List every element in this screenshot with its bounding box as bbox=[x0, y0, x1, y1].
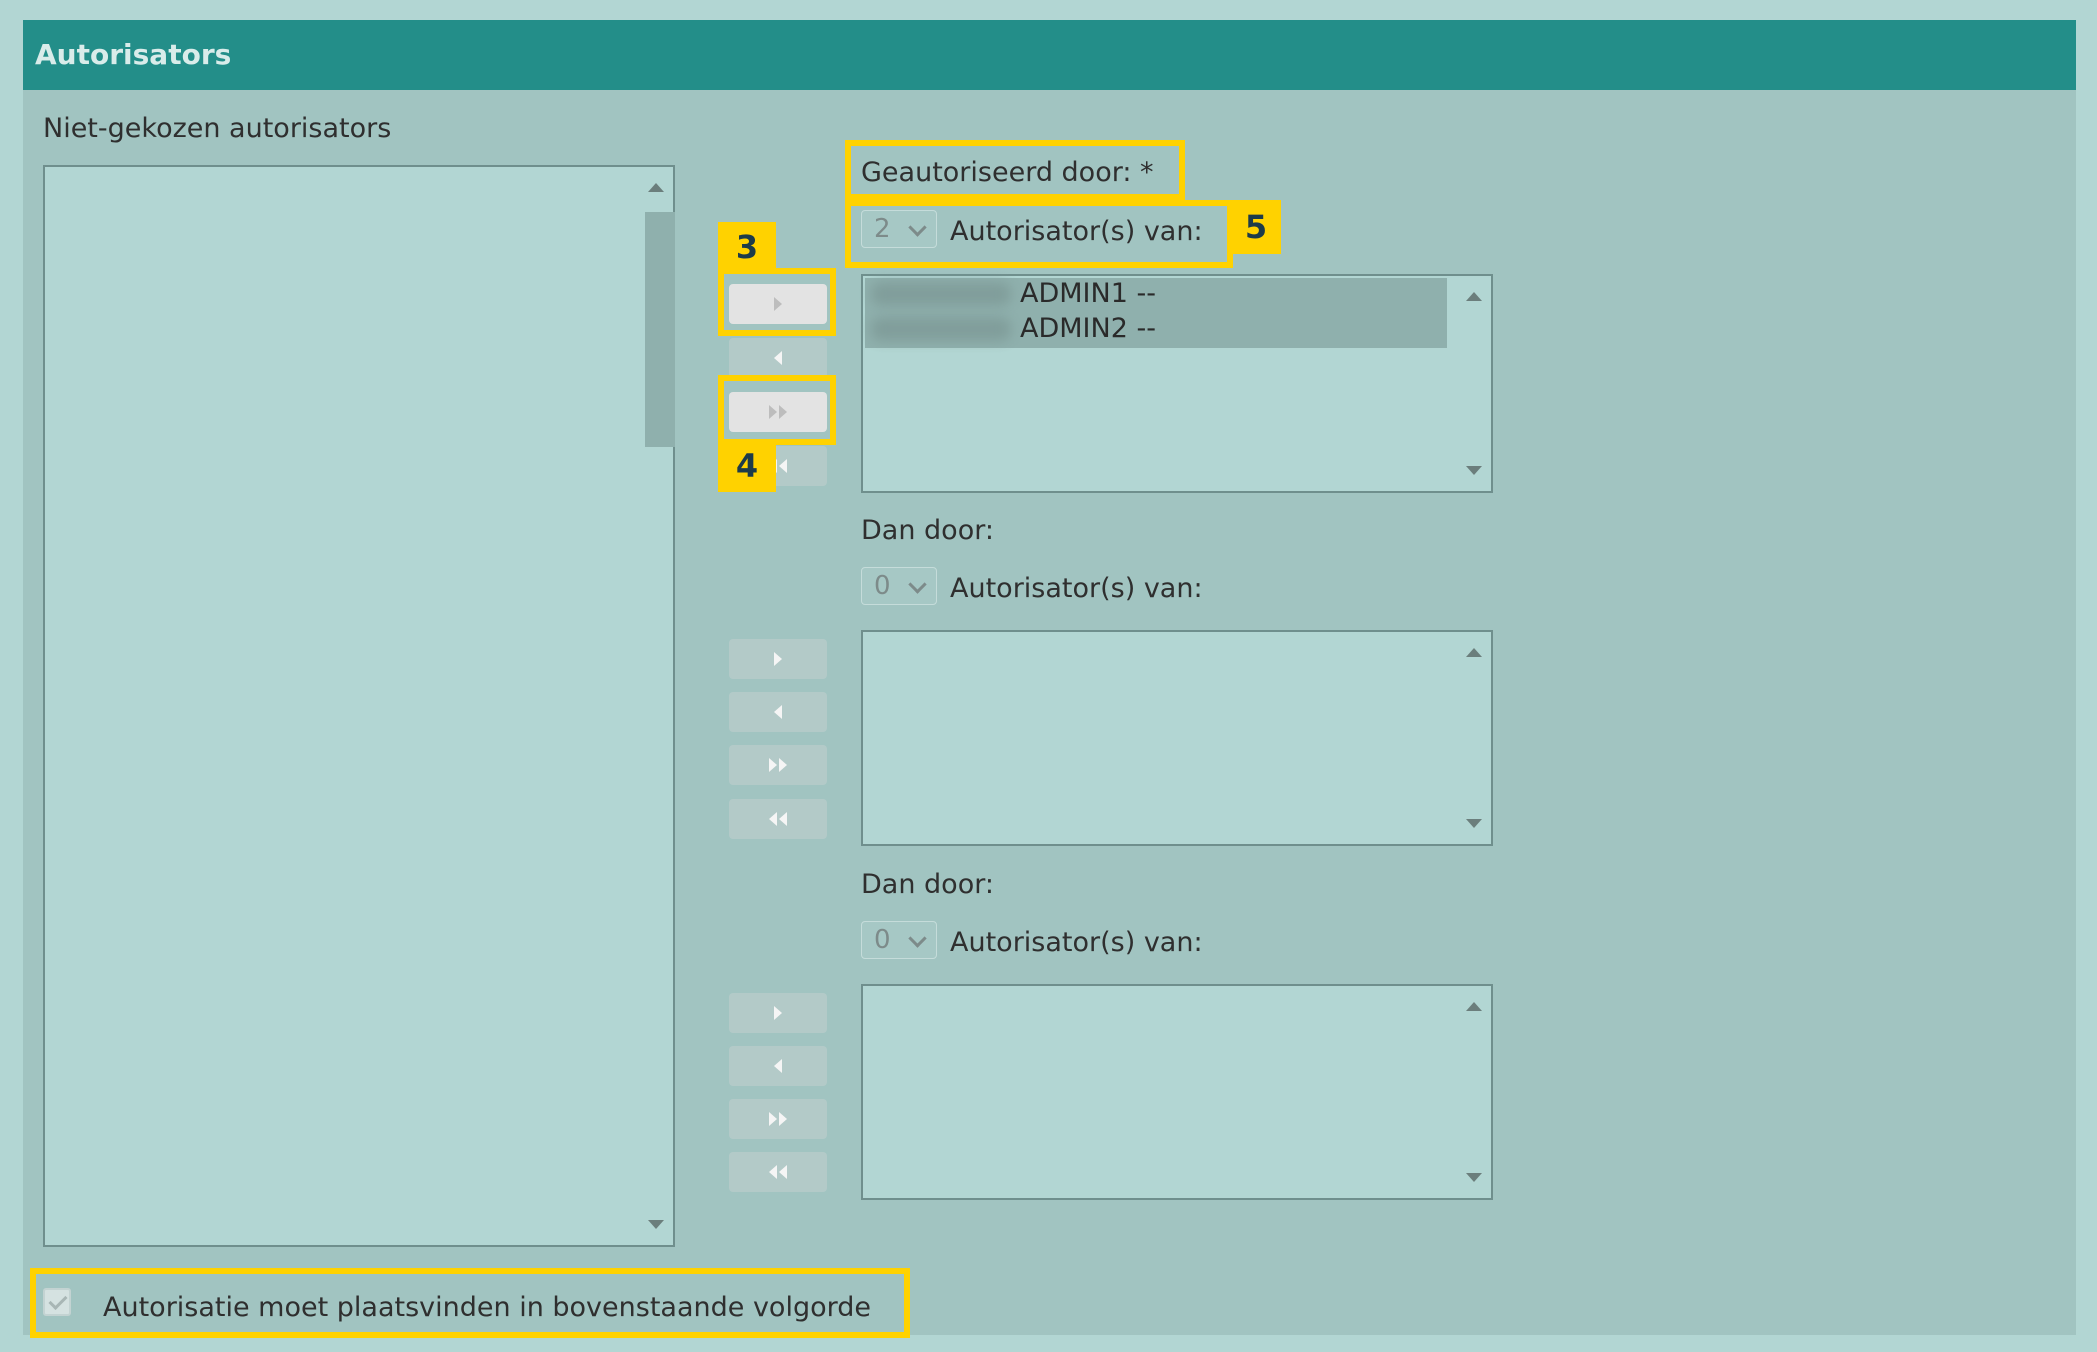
annotation-badge-4: 4 bbox=[718, 440, 776, 492]
move-all-left-button[interactable] bbox=[729, 1152, 827, 1192]
group3-count-select[interactable]: 0 bbox=[861, 921, 937, 959]
chevron-down-icon bbox=[908, 929, 927, 948]
scroll-up-icon[interactable] bbox=[1466, 292, 1482, 301]
scroll-up-icon[interactable] bbox=[1466, 1002, 1482, 1011]
group3-title: Dan door: bbox=[861, 869, 994, 900]
scroll-down-icon[interactable] bbox=[648, 1220, 664, 1229]
double-arrow-right-icon bbox=[769, 1112, 777, 1126]
scroll-down-icon[interactable] bbox=[1466, 1173, 1482, 1182]
scrollbar[interactable] bbox=[1457, 986, 1491, 1198]
move-all-left-button[interactable] bbox=[729, 799, 827, 839]
highlight-group1-title bbox=[845, 140, 1185, 200]
scroll-down-icon[interactable] bbox=[1466, 819, 1482, 828]
highlight-checkbox-row bbox=[30, 1268, 910, 1338]
group3-count-value: 0 bbox=[874, 925, 891, 955]
group2-title: Dan door: bbox=[861, 515, 994, 546]
double-arrow-right-icon bbox=[769, 758, 777, 772]
redacted-text bbox=[871, 282, 1011, 306]
arrow-left-icon bbox=[774, 705, 782, 719]
move-right-button[interactable] bbox=[729, 639, 827, 679]
highlight-move-right bbox=[718, 268, 836, 336]
scrollbar[interactable] bbox=[1457, 276, 1491, 491]
group2-count-label: Autorisator(s) van: bbox=[950, 573, 1203, 604]
highlight-count-select bbox=[845, 200, 1233, 268]
move-left-button[interactable] bbox=[729, 692, 827, 732]
move-all-right-button[interactable] bbox=[729, 1099, 827, 1139]
chevron-down-icon bbox=[908, 575, 927, 594]
arrow-right-icon bbox=[774, 1006, 782, 1020]
scrollbar[interactable] bbox=[1457, 632, 1491, 844]
redacted-text bbox=[871, 317, 1011, 341]
arrow-left-icon bbox=[774, 1059, 782, 1073]
scrollbar-thumb[interactable] bbox=[645, 212, 675, 447]
arrow-right-icon bbox=[774, 652, 782, 666]
move-all-right-button[interactable] bbox=[729, 745, 827, 785]
scrollbar[interactable] bbox=[639, 167, 675, 1245]
move-left-button[interactable] bbox=[729, 338, 827, 378]
group2-authorizers-list[interactable] bbox=[861, 630, 1493, 846]
list-item-label: ADMIN1 -- bbox=[1020, 278, 1156, 309]
group2-count-value: 0 bbox=[874, 571, 891, 601]
left-list-label: Niet-gekozen autorisators bbox=[43, 113, 392, 144]
double-arrow-left-icon bbox=[769, 1165, 777, 1179]
list-item-label: ADMIN2 -- bbox=[1020, 313, 1156, 344]
arrow-left-icon bbox=[774, 351, 782, 365]
group3-authorizers-list[interactable] bbox=[861, 984, 1493, 1200]
scroll-down-icon[interactable] bbox=[1466, 466, 1482, 475]
move-right-button[interactable] bbox=[729, 993, 827, 1033]
move-left-button[interactable] bbox=[729, 1046, 827, 1086]
scroll-up-icon[interactable] bbox=[648, 183, 664, 192]
group2-count-select[interactable]: 0 bbox=[861, 567, 937, 605]
double-arrow-left-icon bbox=[769, 812, 777, 826]
group3-count-label: Autorisator(s) van: bbox=[950, 927, 1203, 958]
scroll-up-icon[interactable] bbox=[1466, 648, 1482, 657]
annotation-badge-3: 3 bbox=[718, 222, 776, 272]
annotation-badge-5: 5 bbox=[1231, 200, 1281, 254]
panel-title: Autorisators bbox=[23, 20, 2076, 90]
highlight-move-all-right bbox=[718, 375, 836, 445]
group1-authorizers-list[interactable]: ADMIN1 -- ADMIN2 -- bbox=[861, 274, 1493, 493]
unselected-authorizers-list[interactable] bbox=[43, 165, 675, 1247]
